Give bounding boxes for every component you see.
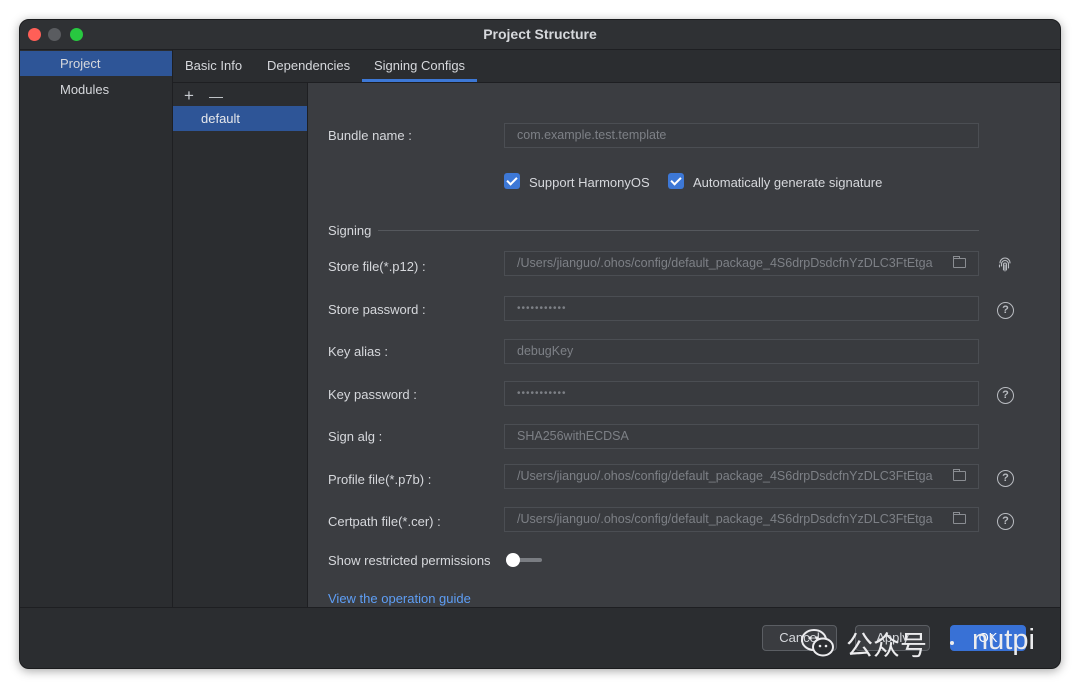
auto-signature-checkbox[interactable] [668,173,684,189]
nav-item-project[interactable]: Project [20,51,172,76]
help-icon[interactable]: ? [997,513,1014,530]
signing-section-divider [378,230,979,231]
help-icon[interactable]: ? [997,387,1014,404]
left-nav: Project Modules [20,50,173,608]
config-item-default[interactable]: default [173,106,307,131]
nav-item-modules[interactable]: Modules [20,77,172,102]
signing-section-title: Signing [328,223,372,238]
watermark-text: 公众号 [846,631,927,661]
browse-folder-icon[interactable] [953,512,966,524]
key-password-field[interactable]: ••••••••••• [504,381,979,406]
tab-basic-info[interactable]: Basic Info [185,50,242,82]
tab-dependencies[interactable]: Dependencies [267,50,350,82]
certpath-file-field[interactable]: /Users/jianguo/.ohos/config/default_pack… [504,507,979,532]
support-harmonyos-checkbox[interactable] [504,173,520,189]
browse-folder-icon[interactable] [953,469,966,481]
bundle-name-field[interactable]: com.example.test.template [504,123,979,148]
watermark-handle: nutpi [972,624,1035,656]
show-restricted-label: Show restricted permissions [328,553,491,568]
bundle-name-label: Bundle name : [328,128,412,143]
key-password-label: Key password : [328,387,417,402]
watermark-dot [950,641,954,645]
project-structure-window: Project Structure Project Modules Basic … [19,19,1061,669]
certpath-file-value: /Users/jianguo/.ohos/config/default_pack… [517,512,933,526]
signing-form: Bundle name : com.example.test.template … [308,83,1060,608]
help-icon[interactable]: ? [997,302,1014,319]
browse-folder-icon[interactable] [953,256,966,268]
key-alias-label: Key alias : [328,344,388,359]
operation-guide-link[interactable]: View the operation guide [328,591,471,606]
tab-bar: Basic Info Dependencies Signing Configs [173,50,1060,83]
remove-config-button[interactable]: — [209,87,223,105]
wechat-icon [801,629,834,657]
toggle-knob[interactable] [506,553,520,567]
tab-signing-configs[interactable]: Signing Configs [361,50,478,82]
profile-file-field[interactable]: /Users/jianguo/.ohos/config/default_pack… [504,464,979,489]
profile-file-label: Profile file(*.p7b) : [328,472,432,487]
store-password-label: Store password : [328,302,426,317]
store-password-field[interactable]: ••••••••••• [504,296,979,321]
store-file-label: Store file(*.p12) : [328,259,426,274]
fingerprint-icon[interactable] [997,257,1013,273]
store-file-value: /Users/jianguo/.ohos/config/default_pack… [517,256,933,270]
window-title: Project Structure [483,26,597,42]
support-harmonyos-label: Support HarmonyOS [529,175,650,190]
store-file-field[interactable]: /Users/jianguo/.ohos/config/default_pack… [504,251,979,276]
auto-signature-label: Automatically generate signature [693,175,883,190]
sign-alg-field[interactable]: SHA256withECDSA [504,424,979,449]
add-config-button[interactable]: + [184,87,194,105]
config-list-panel: + — default [173,83,308,608]
profile-file-value: /Users/jianguo/.ohos/config/default_pack… [517,469,933,483]
key-alias-field[interactable]: debugKey [504,339,979,364]
title-bar: Project Structure [20,20,1060,50]
certpath-file-label: Certpath file(*.cer) : [328,514,441,529]
help-icon[interactable]: ? [997,470,1014,487]
sign-alg-label: Sign alg : [328,429,383,444]
